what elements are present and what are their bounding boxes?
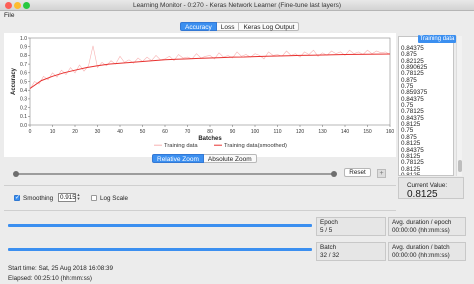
x-axis-label: Batches	[198, 136, 222, 142]
legend-label: Training data	[164, 143, 198, 149]
list-scrollbar[interactable]	[456, 36, 462, 176]
window-title: Learning Monitor - 0:270 - Keras Network…	[132, 1, 342, 9]
current-value: 0.8125	[407, 189, 438, 200]
tab-absolute-zoom[interactable]: Absolute Zoom	[203, 154, 257, 163]
y-tick-label: 0.4	[20, 88, 27, 94]
tab-relative-zoom[interactable]: Relative Zoom	[152, 154, 204, 163]
x-tick-label: 30	[95, 129, 101, 135]
x-tick-label: 140	[341, 129, 350, 135]
slider-right-handle[interactable]	[331, 171, 337, 177]
training-data-list[interactable]: 0.84375 0.875 0.82125 0.890625 0.78125 0.875 0…	[398, 36, 454, 176]
list-scroll-thumb[interactable]	[458, 160, 462, 172]
y-tick-label: 1.0	[20, 36, 27, 42]
epoch-value: 5 / 5	[320, 227, 333, 234]
avg-epoch-value: 00:00:00 (hh:mm:ss)	[392, 227, 450, 234]
current-value-label: Current Value:	[407, 182, 448, 189]
add-button[interactable]: +	[377, 169, 386, 178]
start-time: Start time: Sat, 25 Aug 2018 16:08:39	[8, 265, 114, 272]
avg-epoch-label: Avg. duration / epoch	[392, 219, 452, 226]
tab-keras-log-output[interactable]: Keras Log Output	[239, 22, 300, 31]
x-tick-label: 60	[162, 129, 168, 135]
log-scale-label: Log Scale	[100, 195, 129, 202]
plot-area[interactable]	[29, 37, 391, 126]
accuracy-chart[interactable]: 0.0 0.1 0.2 0.3 0.4 0.5 0.6 0.7 0.8 0.9 1.0 0 10 20 30…	[4, 33, 396, 157]
legend-label: Training data(smoothed)	[224, 143, 287, 149]
x-tick-label: 150	[363, 129, 372, 135]
avg-batch-box: Avg. duration / batch 00:00:00 (hh:mm:ss…	[388, 242, 466, 261]
y-tick-label: 0.3	[20, 97, 27, 103]
x-tick-label: 80	[207, 129, 213, 135]
avg-batch-label: Avg. duration / batch	[392, 244, 450, 251]
smoothing-spinner[interactable]: ▲ ▼	[76, 193, 81, 202]
smoothing-checkbox[interactable]	[14, 194, 20, 201]
y-axis-label: Accuracy	[11, 67, 17, 95]
batch-box: Batch 32 / 32	[316, 242, 386, 261]
menu-bar: File	[0, 11, 474, 21]
y-tick-label: 0.5	[20, 79, 27, 85]
batch-label: Batch	[320, 244, 337, 251]
avg-batch-value: 00:00:00 (hh:mm:ss)	[392, 252, 450, 259]
epoch-progress-bar	[8, 224, 312, 227]
y-tick-label: 0.0	[20, 123, 27, 129]
divider	[4, 185, 396, 186]
tab-accuracy[interactable]: Accuracy	[180, 22, 217, 31]
accuracy-chart-panel[interactable]: 0.0 0.1 0.2 0.3 0.4 0.5 0.6 0.7 0.8 0.9 1.0 0 10 20 30…	[4, 33, 396, 157]
zoom-mode-tabs: Relative Zoom Absolute Zoom	[152, 154, 257, 163]
reset-button[interactable]: Reset	[344, 168, 371, 177]
log-scale-checkbox[interactable]	[91, 195, 97, 201]
batch-progress-bar	[8, 248, 312, 251]
divider	[4, 210, 396, 211]
x-tick-label: 50	[140, 129, 146, 135]
x-tick-label: 40	[117, 129, 123, 135]
x-tick-label: 90	[230, 129, 236, 135]
elapsed-time: Elapsed: 00:25:10 (hh:mm:ss)	[8, 275, 92, 282]
epoch-box: Epoch 5 / 5	[316, 217, 386, 236]
tab-loss[interactable]: Loss	[216, 22, 240, 31]
menu-file[interactable]: File	[4, 12, 14, 19]
y-tick-label: 0.8	[20, 53, 27, 59]
zoom-range-slider[interactable]	[13, 171, 337, 177]
x-tick-label: 100	[251, 129, 260, 135]
view-tabs: Accuracy Loss Keras Log Output	[180, 22, 300, 32]
current-value-box: Current Value: 0.8125	[398, 177, 464, 200]
y-tick-label: 0.6	[20, 71, 27, 77]
y-tick-label: 0.1	[20, 114, 27, 120]
x-tick-label: 0	[29, 129, 32, 135]
title-bar[interactable]: Learning Monitor - 0:270 - Keras Network…	[0, 0, 474, 11]
epoch-label: Epoch	[320, 219, 338, 226]
y-tick-label: 0.9	[20, 45, 27, 51]
x-tick-label: 70	[185, 129, 191, 135]
smoothing-input[interactable]: 0.915	[58, 193, 76, 202]
list-item[interactable]: 0.8125	[399, 172, 453, 175]
x-tick-label: 120	[296, 129, 305, 135]
x-tick-label: 130	[318, 129, 327, 135]
slider-left-handle[interactable]	[13, 171, 19, 177]
batch-value: 32 / 32	[320, 252, 340, 259]
x-tick-label: 160	[386, 129, 395, 135]
x-tick-label: 10	[50, 129, 56, 135]
avg-epoch-box: Avg. duration / epoch 00:00:00 (hh:mm:ss…	[388, 217, 466, 236]
y-tick-label: 0.7	[20, 62, 27, 68]
x-tick-label: 110	[274, 129, 282, 135]
spinner-down-icon[interactable]: ▼	[76, 197, 81, 201]
smoothing-label: Smoothing	[23, 195, 54, 202]
x-tick-label: 20	[72, 129, 78, 135]
y-tick-label: 0.2	[20, 105, 27, 111]
list-header-training-data[interactable]: Training data	[418, 35, 456, 43]
